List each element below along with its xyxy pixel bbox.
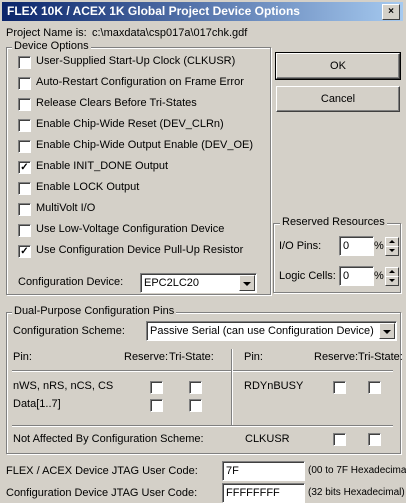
device-option-checkbox[interactable] [18, 182, 31, 195]
dialog-window: FLEX 10K / ACEX 1K Global Project Device… [0, 0, 406, 503]
config-scheme-value: Passive Serial (can use Configuration De… [150, 325, 374, 337]
pin-name: Data[1..7] [13, 398, 61, 410]
logic-cells-value: 0 [343, 270, 350, 282]
device-option-checkbox[interactable]: ✓ [18, 161, 31, 174]
chevron-down-icon[interactable] [239, 275, 255, 291]
window-title: FLEX 10K / ACEX 1K Global Project Device… [7, 4, 300, 18]
not-affected-pin: CLKUSR [245, 433, 290, 445]
tristate-header-left: Tri-State: [169, 351, 214, 363]
device-option-label[interactable]: Enable INIT_DONE Output [36, 160, 168, 172]
device-option-checkbox[interactable] [18, 203, 31, 216]
config-scheme-select[interactable]: Passive Serial (can use Configuration De… [146, 321, 397, 341]
config-device-label: Configuration Device: [18, 276, 124, 288]
device-option-checkbox[interactable] [18, 56, 31, 69]
device-option-label[interactable]: Enable Chip-Wide Reset (DEV_CLRn) [36, 118, 224, 130]
close-icon[interactable]: × [382, 4, 400, 20]
device-option-label[interactable]: Enable LOCK Output [36, 181, 139, 193]
pin-header-left: Pin: [13, 351, 32, 363]
flex-jtag-value: 7F [226, 465, 239, 477]
device-options-legend: Device Options [12, 40, 91, 52]
device-option-label[interactable]: Auto-Restart Configuration on Frame Erro… [36, 76, 244, 88]
clkusr-reserve-checkbox[interactable] [333, 433, 346, 446]
tristate-header-right: Tri-State: [358, 351, 403, 363]
title-bar[interactable]: FLEX 10K / ACEX 1K Global Project Device… [2, 2, 403, 21]
reserved-resources-legend: Reserved Resources [280, 216, 387, 228]
device-option-checkbox[interactable] [18, 77, 31, 90]
io-pins-spinner[interactable] [385, 237, 399, 256]
project-name-label: Project Name is: [6, 27, 87, 39]
flex-jtag-input[interactable]: 7F [222, 461, 305, 481]
io-pins-input[interactable]: 0 [339, 236, 374, 256]
config-jtag-value: FFFFFFFF [226, 487, 280, 499]
config-device-value: EPC2LC20 [144, 277, 200, 289]
pin-reserve-checkbox[interactable] [150, 399, 163, 412]
dual-purpose-legend: Dual-Purpose Configuration Pins [12, 305, 177, 317]
chevron-down-icon[interactable] [379, 323, 395, 339]
cancel-label: Cancel [320, 93, 356, 105]
device-option-checkbox[interactable] [18, 98, 31, 111]
logic-cells-spinner[interactable] [385, 267, 399, 286]
pins-divider-top [12, 370, 393, 372]
device-option-label[interactable]: Use Configuration Device Pull-Up Resisto… [36, 244, 243, 256]
not-affected-label: Not Affected By Configuration Scheme: [13, 433, 204, 445]
config-jtag-hint: (32 bits Hexadecimal) [308, 487, 405, 498]
pins-divider-vertical [231, 349, 233, 425]
config-jtag-label: Configuration Device JTAG User Code: [6, 487, 198, 499]
flex-jtag-hint: (00 to 7F Hexadecimal) [308, 465, 406, 476]
spin-down-icon[interactable] [385, 246, 399, 256]
io-pins-label: I/O Pins: [279, 240, 322, 252]
device-option-checkbox[interactable] [18, 119, 31, 132]
pin-name: nWS, nRS, nCS, CS [13, 380, 114, 392]
clkusr-tristate-checkbox[interactable] [368, 433, 381, 446]
flex-jtag-label: FLEX / ACEX Device JTAG User Code: [6, 465, 198, 477]
config-scheme-label: Configuration Scheme: [13, 325, 125, 337]
device-option-checkbox[interactable]: ✓ [18, 245, 31, 258]
device-option-checkbox[interactable] [18, 224, 31, 237]
pin-tristate-checkbox[interactable] [189, 399, 202, 412]
pin-header-right: Pin: [244, 351, 263, 363]
pin-name: RDYnBUSY [244, 380, 304, 392]
reserve-header-left: Reserve: [124, 351, 169, 363]
logic-cells-input[interactable]: 0 [339, 266, 374, 286]
io-percent-label: % [374, 240, 384, 252]
reserved-resources-group [273, 223, 401, 293]
device-option-label[interactable]: Release Clears Before Tri-States [36, 97, 197, 109]
logic-cells-label: Logic Cells: [279, 270, 336, 282]
config-jtag-input[interactable]: FFFFFFFF [222, 483, 305, 503]
project-name-path: c:\maxdata\csp017a\017chk.gdf [92, 27, 248, 39]
io-pins-value: 0 [343, 240, 350, 252]
pins-divider-bottom [12, 425, 393, 427]
pin-tristate-checkbox[interactable] [368, 381, 381, 394]
cancel-button[interactable]: Cancel [276, 86, 400, 112]
reserve-header-right: Reserve: [314, 351, 359, 363]
ok-button[interactable]: OK [275, 52, 401, 80]
pin-reserve-checkbox[interactable] [150, 381, 163, 394]
pin-tristate-checkbox[interactable] [189, 381, 202, 394]
spin-down-icon[interactable] [385, 276, 399, 286]
device-option-label[interactable]: User-Supplied Start-Up Clock (CLKUSR) [36, 55, 235, 67]
pin-reserve-checkbox[interactable] [333, 381, 346, 394]
device-option-label[interactable]: Enable Chip-Wide Output Enable (DEV_OE) [36, 139, 253, 151]
device-option-checkbox[interactable] [18, 140, 31, 153]
device-option-label[interactable]: MultiVolt I/O [36, 202, 95, 214]
ok-label: OK [330, 60, 346, 72]
logic-percent-label: % [374, 270, 384, 282]
device-option-label[interactable]: Use Low-Voltage Configuration Device [36, 223, 224, 235]
config-device-select[interactable]: EPC2LC20 [140, 273, 257, 293]
